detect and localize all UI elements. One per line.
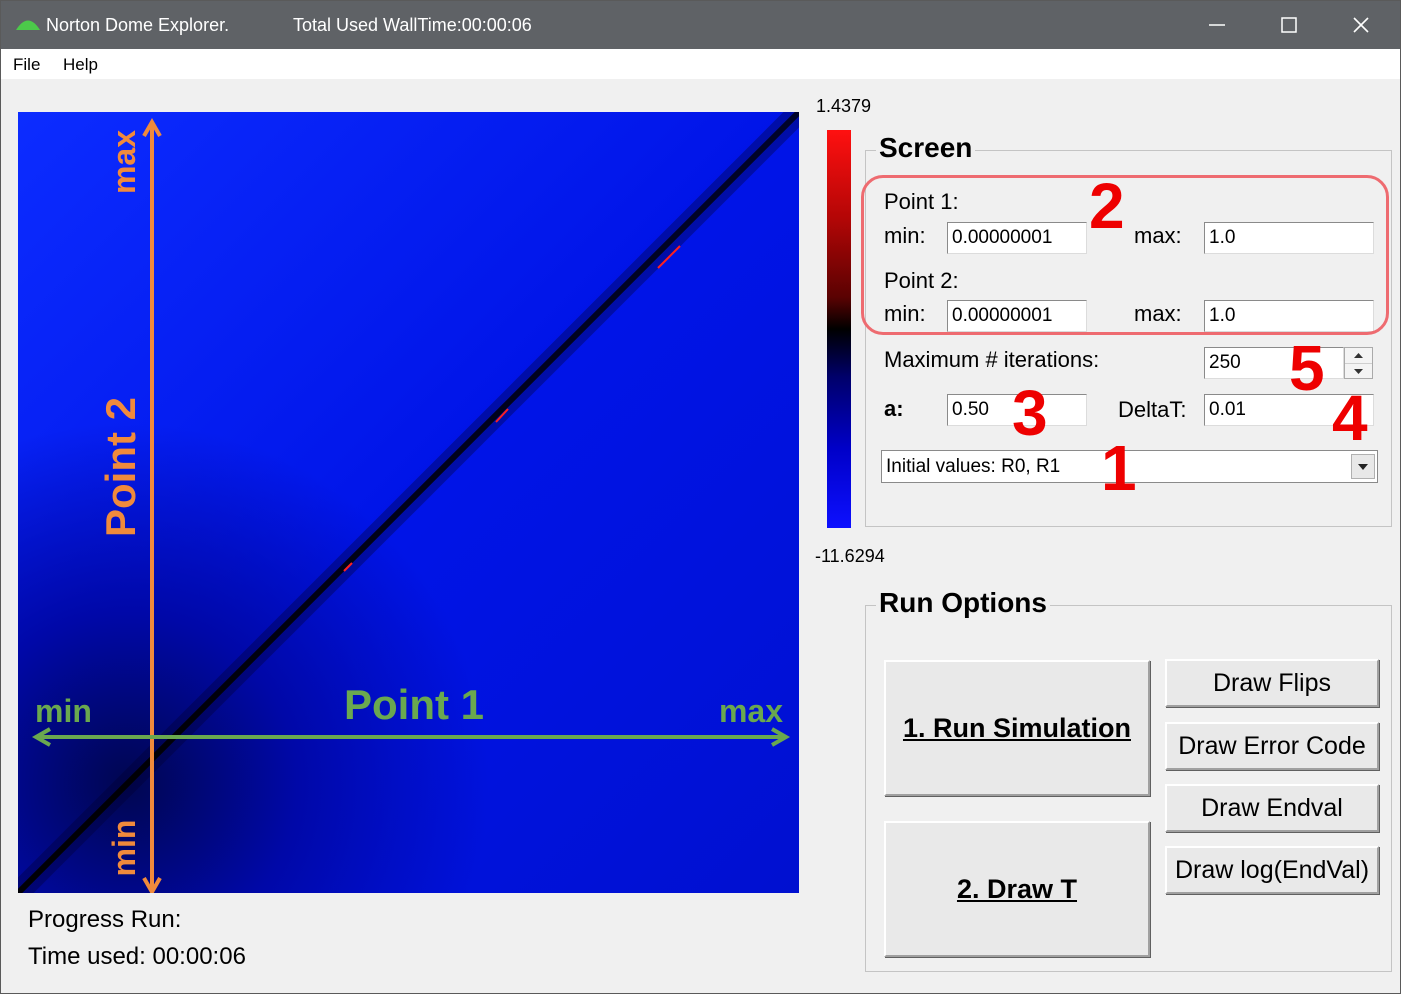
dropdown-button[interactable] bbox=[1351, 454, 1375, 479]
iterations-spinner[interactable] bbox=[1344, 347, 1373, 379]
colorbar bbox=[827, 130, 851, 528]
maximize-button[interactable] bbox=[1253, 1, 1325, 49]
run-simulation-button[interactable]: 1. Run Simulation bbox=[884, 660, 1150, 796]
spinner-up-button[interactable] bbox=[1345, 348, 1372, 363]
annotation-3: 3 bbox=[1012, 377, 1048, 449]
maximize-icon bbox=[1281, 17, 1297, 33]
dome-logo-icon bbox=[16, 20, 40, 30]
annotation-1: 1 bbox=[1101, 432, 1137, 504]
points-highlight-box bbox=[861, 175, 1389, 335]
initial-values-selected: Initial values: R0, R1 bbox=[886, 456, 1061, 477]
y-axis-label: Point 2 bbox=[97, 397, 144, 537]
annotation-4: 4 bbox=[1332, 382, 1368, 454]
x-axis-max-label: max bbox=[719, 693, 783, 729]
close-button[interactable] bbox=[1325, 1, 1397, 49]
app-window: Norton Dome Explorer. Total Used WallTim… bbox=[0, 0, 1401, 994]
progress-run-label: Progress Run: bbox=[28, 906, 182, 933]
menu-bar: File Help bbox=[1, 49, 1400, 79]
iterations-label: Maximum # iterations: bbox=[884, 347, 1100, 372]
run-options-title: Run Options bbox=[876, 587, 1050, 619]
menu-help[interactable]: Help bbox=[63, 55, 98, 75]
title-bar: Norton Dome Explorer. Total Used WallTim… bbox=[1, 1, 1400, 49]
a-label: a: bbox=[884, 396, 904, 421]
annotation-2: 2 bbox=[1089, 170, 1125, 242]
chevron-down-icon bbox=[1354, 369, 1363, 374]
window-title: Norton Dome Explorer. bbox=[46, 15, 230, 35]
colorbar-min-label: -11.6294 bbox=[815, 546, 885, 566]
minimize-button[interactable] bbox=[1181, 1, 1253, 49]
y-axis-max-label: max bbox=[106, 130, 142, 194]
chevron-up-icon bbox=[1354, 353, 1363, 358]
deltat-label: DeltaT: bbox=[1118, 397, 1187, 422]
menu-file[interactable]: File bbox=[13, 55, 40, 75]
minimize-icon bbox=[1209, 24, 1225, 26]
walltime-readout: Total Used WallTime:00:00:06 bbox=[293, 15, 532, 35]
annotation-5: 5 bbox=[1289, 332, 1325, 404]
draw-endval-button[interactable]: Draw Endval bbox=[1165, 784, 1379, 832]
time-used-label: Time used: 00:00:06 bbox=[28, 943, 246, 970]
close-icon bbox=[1353, 17, 1369, 33]
x-axis-min-label: min bbox=[35, 693, 92, 729]
x-axis-label: Point 1 bbox=[344, 681, 484, 728]
heatmap-plot[interactable]: max Point 2 min min Point 1 max bbox=[18, 112, 799, 893]
draw-flips-button[interactable]: Draw Flips bbox=[1165, 659, 1379, 707]
colorbar-max-label: 1.4379 bbox=[816, 96, 872, 116]
draw-t-button[interactable]: 2. Draw T bbox=[884, 821, 1150, 957]
chevron-down-icon bbox=[1358, 464, 1368, 470]
y-axis-min-label: min bbox=[106, 820, 142, 877]
draw-error-code-button[interactable]: Draw Error Code bbox=[1165, 722, 1379, 770]
draw-log-endval-button[interactable]: Draw log(EndVal) bbox=[1165, 846, 1379, 894]
spinner-down-button[interactable] bbox=[1345, 363, 1372, 378]
screen-group-title: Screen bbox=[876, 132, 976, 164]
plot-overlay: max Point 2 min min Point 1 max bbox=[18, 112, 799, 893]
